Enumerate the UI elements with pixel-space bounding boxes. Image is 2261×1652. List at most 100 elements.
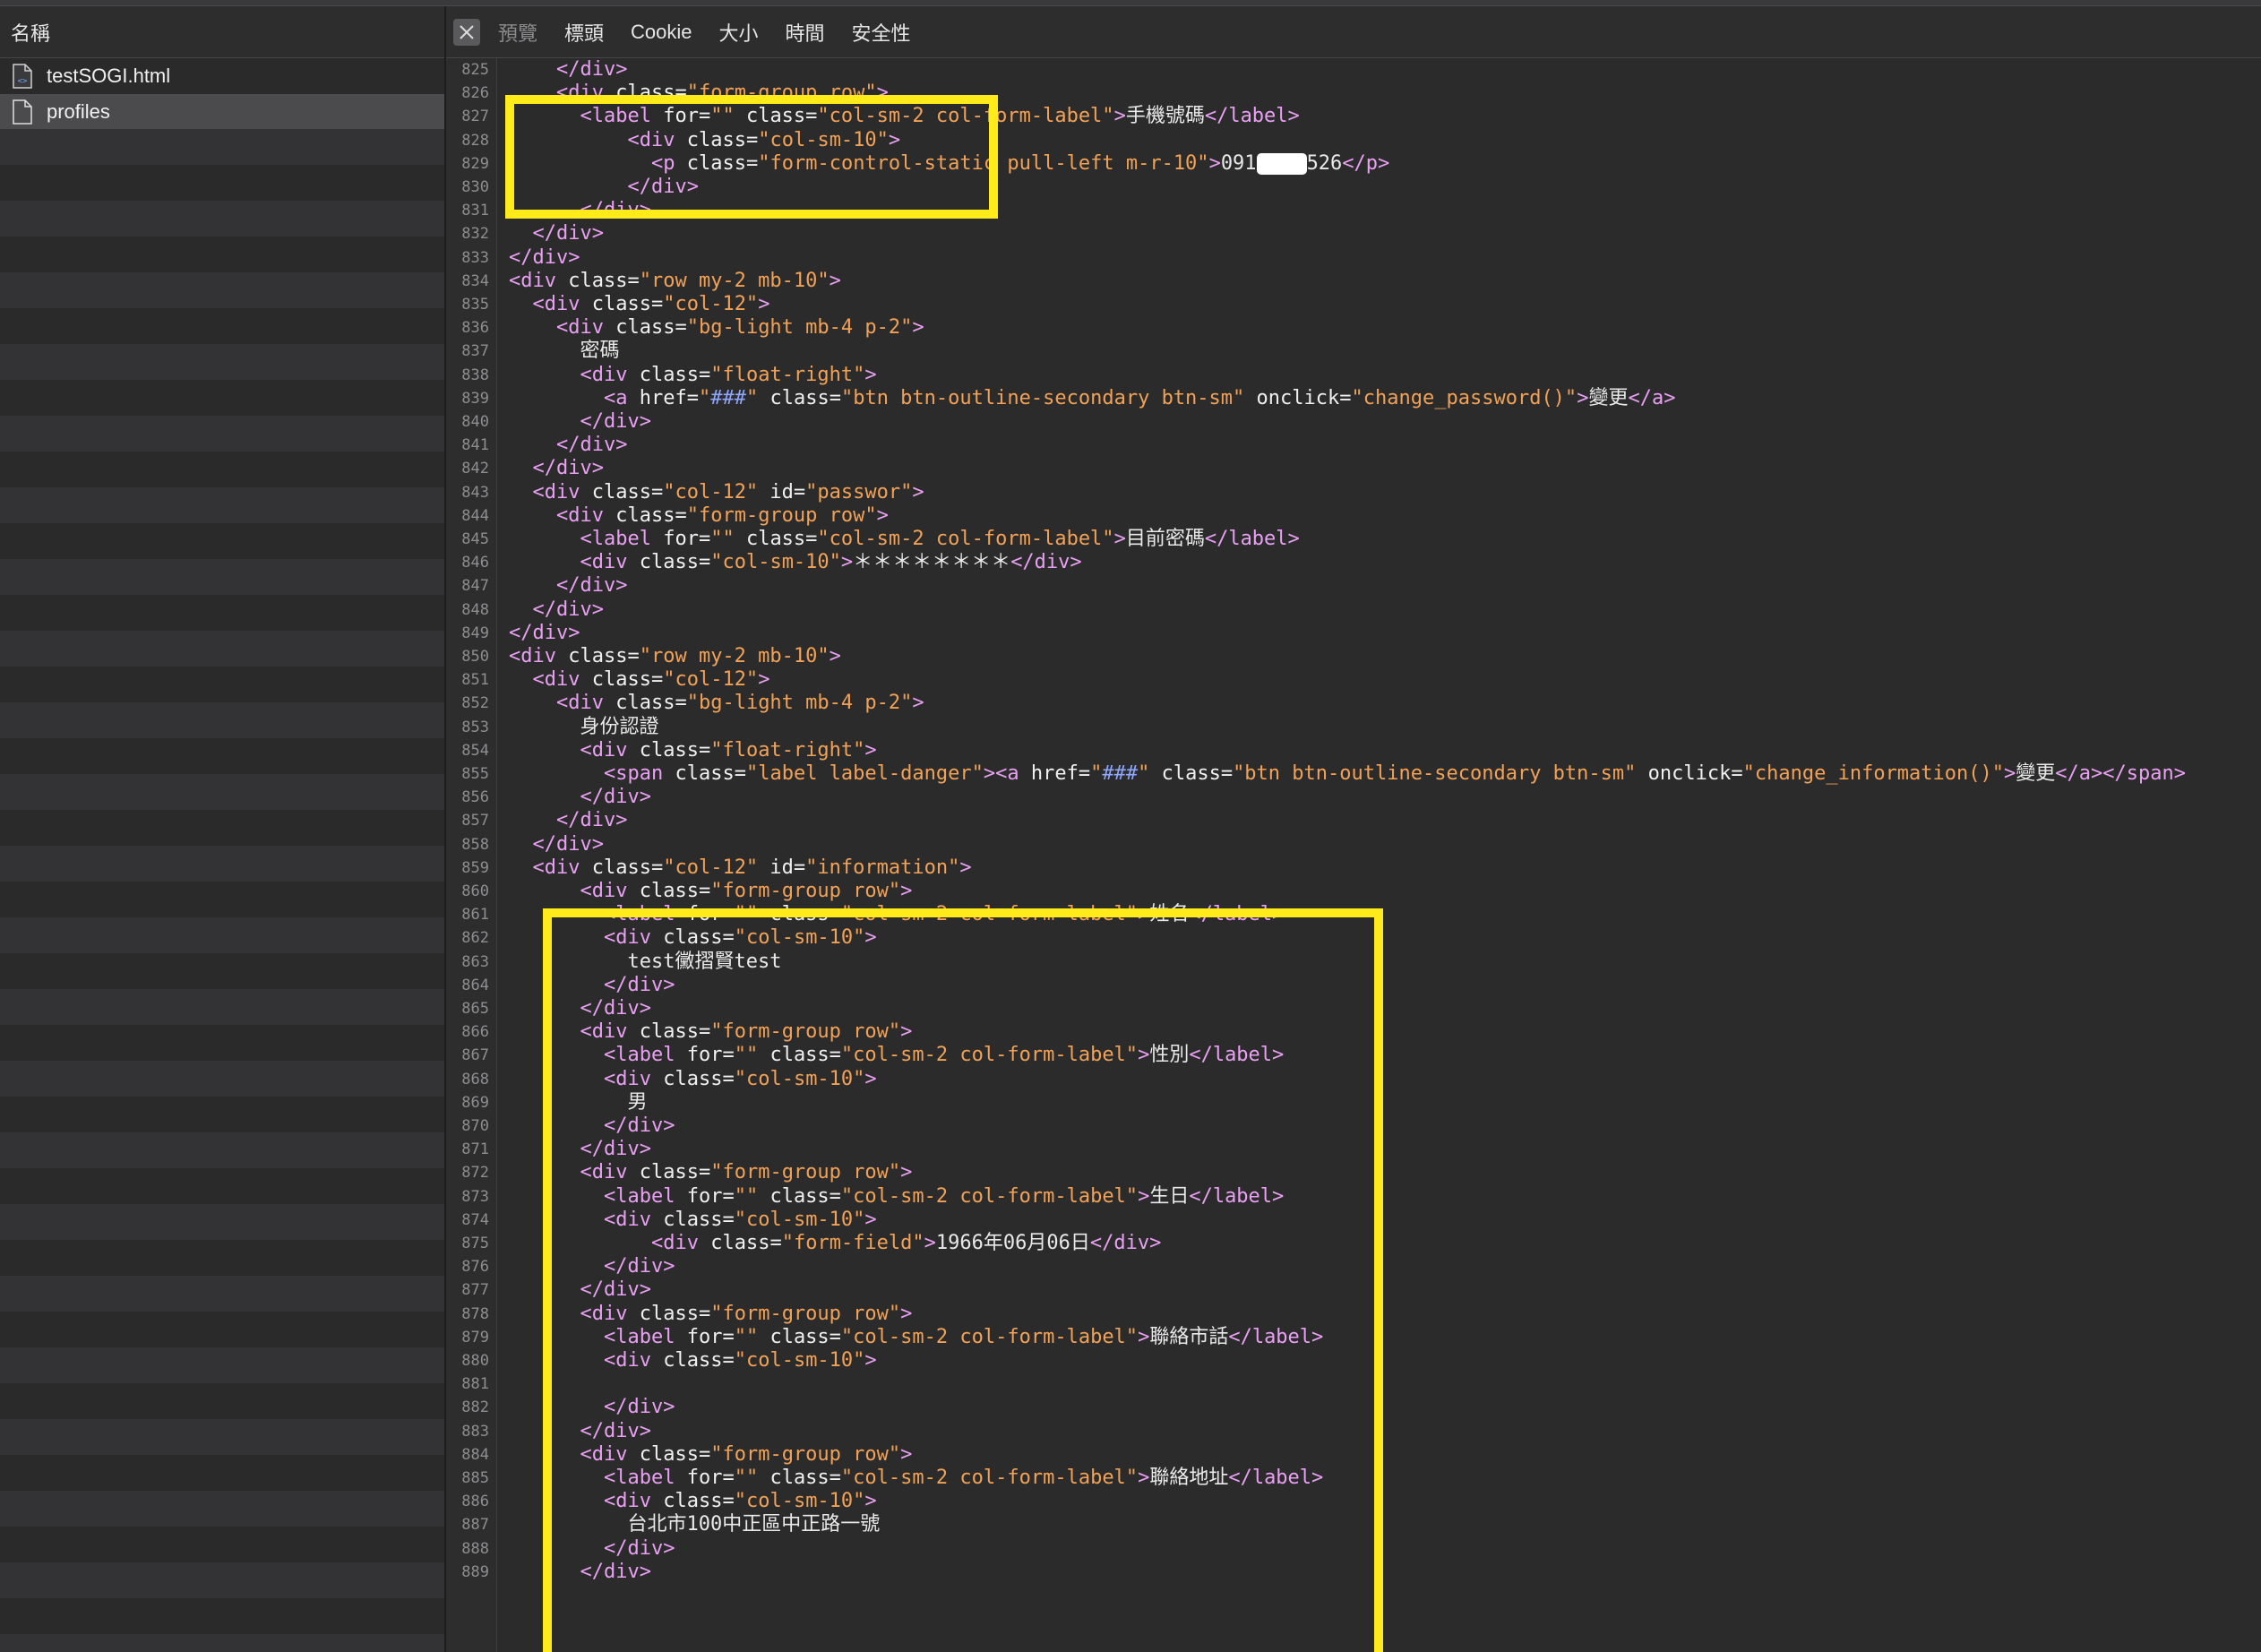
tab-cookie[interactable]: Cookie: [631, 21, 692, 44]
tab-headers[interactable]: 標頭: [564, 18, 604, 47]
line-code: </div>: [556, 58, 628, 81]
line-code: </div>: [580, 199, 651, 222]
empty-row: [0, 1168, 444, 1204]
empty-row: [0, 917, 444, 953]
code-line: 874 <div class="col-sm-10">: [446, 1209, 2261, 1232]
code-line: 852 <div class="bg-light mb-4 p-2">: [446, 692, 2261, 715]
line-code: <div class="bg-light mb-4 p-2">: [556, 692, 924, 715]
code-line: 833 </div>: [446, 246, 2261, 270]
detail-tab-bar: 預覽 標頭 Cookie 大小 時間 安全性: [446, 6, 2261, 58]
file-row-profiles[interactable]: profiles: [0, 94, 444, 130]
tab-preview[interactable]: 預覽: [498, 18, 537, 47]
code-line: 880 <div class="col-sm-10">: [446, 1349, 2261, 1372]
line-number: 888: [461, 1539, 489, 1558]
empty-row: [0, 774, 444, 810]
code-line: 884 <div class="form-group row">: [446, 1443, 2261, 1467]
line-number: 887: [461, 1516, 489, 1535]
line-code: <div class="form-group row">: [580, 1161, 913, 1184]
svg-text:<>: <>: [18, 77, 28, 86]
source-code-viewer[interactable]: 825 </div> 826 <div class="form-group row">…: [446, 58, 2261, 1652]
line-code: </div>: [604, 973, 675, 996]
line-number: 851: [461, 671, 489, 690]
line-code: <div class="form-group row">: [556, 82, 889, 105]
code-line: 827 <label for="" class="col-sm-2 col-for…: [446, 105, 2261, 128]
line-code: <div class="row my-2 mb-10">: [509, 645, 841, 667]
code-line: 866 <div class="form-group row">: [446, 1020, 2261, 1044]
empty-row: [0, 308, 444, 344]
line-code: <label for="" class="col-sm-2 col-form-l…: [604, 903, 1285, 926]
empty-row: [0, 344, 444, 380]
line-code: </div>: [509, 621, 580, 644]
code-line: 886 <div class="col-sm-10">: [446, 1490, 2261, 1513]
line-number: 855: [461, 765, 489, 783]
line-code: <div class="form-group row">: [556, 503, 889, 527]
line-number: 873: [461, 1187, 489, 1206]
line-code: </div>: [604, 1255, 675, 1278]
line-number: 874: [461, 1210, 489, 1229]
code-line: 840 </div>: [446, 410, 2261, 434]
line-code: <div class="col-12">: [532, 668, 770, 692]
code-line: 885 <label for="" class="col-sm-2 col-for…: [446, 1467, 2261, 1490]
code-line: 867 <label for="" class="col-sm-2 col-for…: [446, 1044, 2261, 1067]
code-line: 878 <div class="form-group row">: [446, 1303, 2261, 1326]
code-line: 872 <div class="form-group row">: [446, 1161, 2261, 1184]
empty-row: [0, 559, 444, 595]
tab-timing[interactable]: 時間: [786, 18, 825, 47]
line-code: </div>: [604, 1536, 675, 1560]
code-line: 836 <div class="bg-light mb-4 p-2">: [446, 316, 2261, 340]
line-number: 864: [461, 976, 489, 994]
code-line: 875 <div class="form-field">1966年06月06日</…: [446, 1232, 2261, 1255]
line-code: </div>: [580, 1138, 651, 1161]
line-number: 878: [461, 1304, 489, 1323]
line-code: </div>: [556, 574, 628, 598]
line-number: 836: [461, 319, 489, 338]
name-column-header[interactable]: 名稱: [0, 6, 444, 58]
line-code: <span class="label label-danger"><a href…: [604, 762, 2186, 785]
empty-row: [0, 452, 444, 487]
line-number: 889: [461, 1562, 489, 1581]
line-number: 842: [461, 460, 489, 478]
line-code: <div class="col-sm-10">: [604, 1208, 877, 1231]
empty-row: [0, 1061, 444, 1097]
line-number: 871: [461, 1140, 489, 1159]
line-code: <div class="form-group row">: [580, 1020, 913, 1044]
window-top-edge: [0, 0, 2261, 6]
line-code: </div>: [580, 1419, 651, 1442]
empty-row: [0, 1634, 444, 1652]
file-name: testSOGI.html: [47, 65, 171, 87]
line-number: 825: [461, 61, 489, 79]
file-row-testsogi[interactable]: <> testSOGI.html: [0, 58, 444, 94]
line-number: 882: [461, 1398, 489, 1417]
code-line: 865 </div>: [446, 997, 2261, 1020]
line-code: <div class="col-12" id="passwor">: [532, 480, 924, 503]
line-number: 877: [461, 1281, 489, 1300]
code-line: 854 <div class="float-right">: [446, 739, 2261, 762]
line-number: 876: [461, 1258, 489, 1277]
code-line: 845 <label for="" class="col-sm-2 col-for…: [446, 528, 2261, 551]
line-number: 870: [461, 1117, 489, 1135]
empty-row: [0, 1132, 444, 1168]
line-number: 880: [461, 1352, 489, 1370]
line-number: 860: [461, 882, 489, 900]
tab-size[interactable]: 大小: [719, 18, 759, 47]
empty-row: [0, 631, 444, 667]
empty-row: [0, 1598, 444, 1634]
code-line: 863 test黴摺賢test: [446, 951, 2261, 974]
code-line: 843 <div class="col-12" id="passwor">: [446, 481, 2261, 504]
empty-row: [0, 1491, 444, 1527]
line-number: 856: [461, 788, 489, 807]
line-number: 839: [461, 389, 489, 408]
tab-security[interactable]: 安全性: [852, 18, 911, 47]
empty-row: [0, 1562, 444, 1598]
line-number: 885: [461, 1469, 489, 1487]
code-line: 825 </div>: [446, 58, 2261, 82]
code-line: 871 </div>: [446, 1138, 2261, 1161]
line-code: </div>: [580, 1278, 651, 1302]
line-code: </div>: [580, 410, 651, 433]
close-detail-button[interactable]: [453, 18, 480, 46]
line-code: <label for="" class="col-sm-2 col-form-l…: [604, 1044, 1285, 1067]
line-code: <a href="###" class="btn btn-outline-sec…: [604, 386, 1676, 409]
line-number: 853: [461, 718, 489, 736]
code-line: 828 <div class="col-sm-10">: [446, 129, 2261, 152]
line-number: 843: [461, 483, 489, 502]
